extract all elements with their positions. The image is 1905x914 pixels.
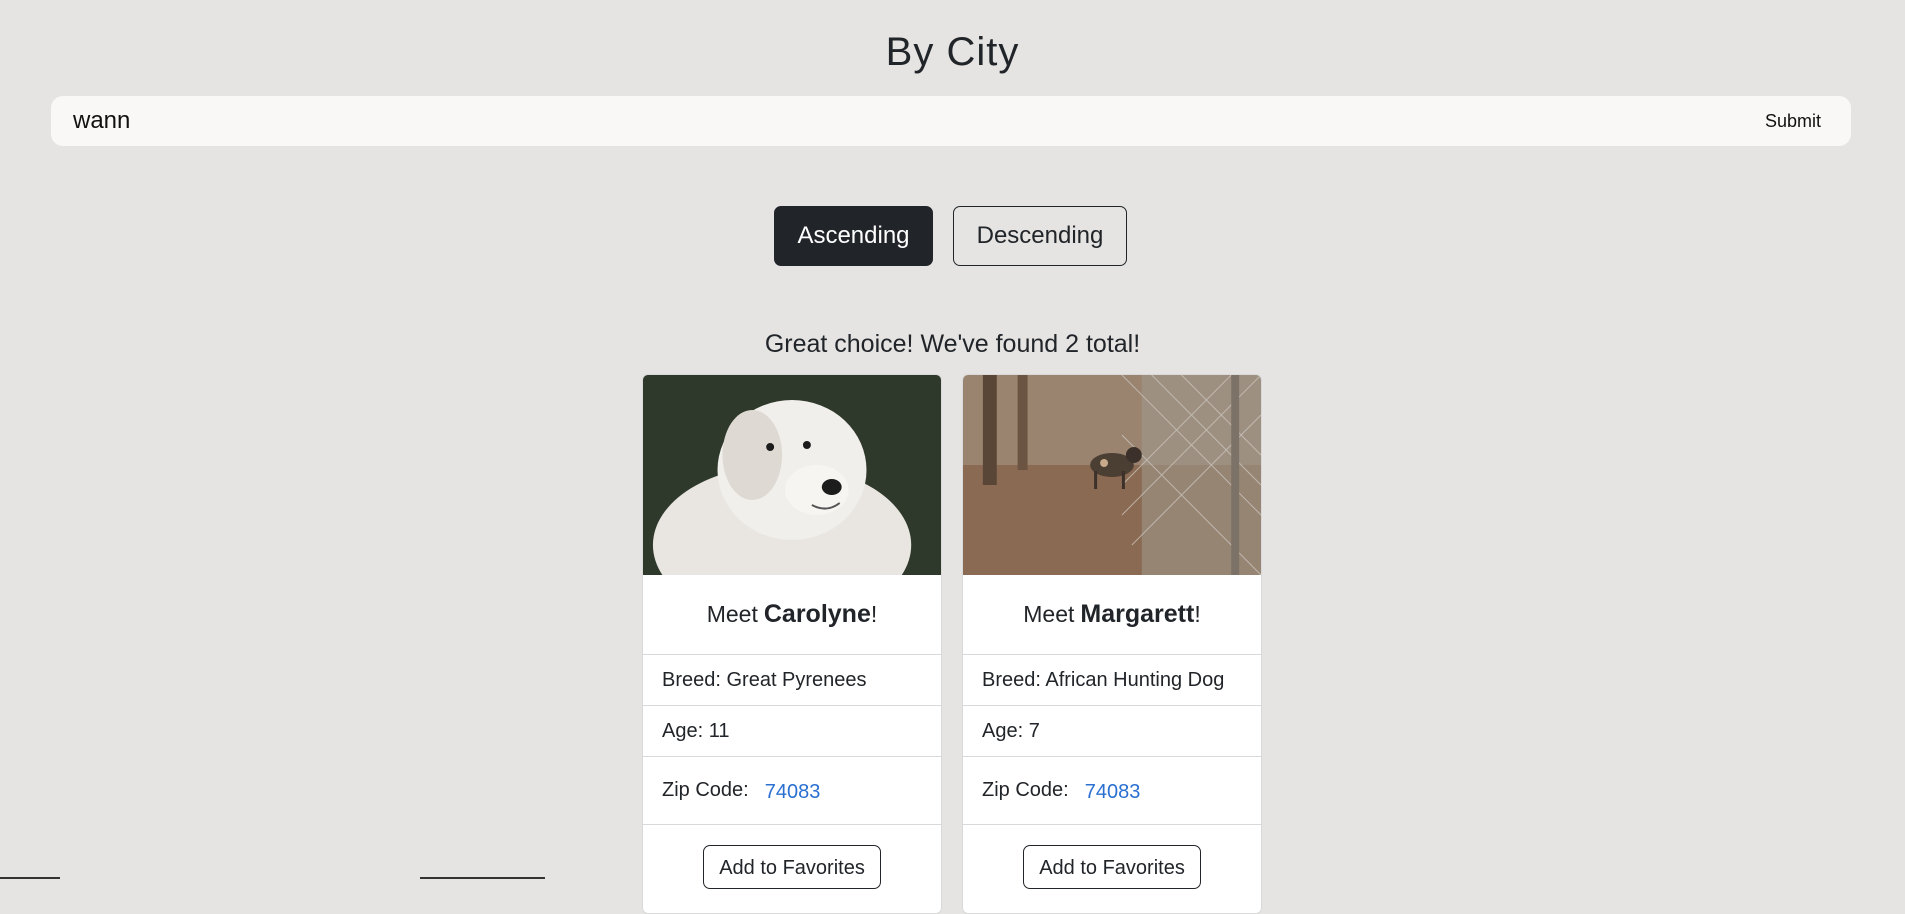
dog-card: Meet Carolyne! Breed: Great Pyrenees Age:…: [642, 374, 942, 914]
dog-photo: [643, 375, 941, 575]
title-suffix: !: [870, 601, 878, 627]
sort-toggle-group: Ascending Descending: [774, 206, 1127, 266]
title-suffix: !: [1194, 601, 1201, 627]
card-title: Meet Margarett!: [963, 575, 1261, 655]
ascending-button[interactable]: Ascending: [774, 206, 933, 266]
page-title: By City: [885, 30, 1020, 74]
zip-label: Zip Code:: [982, 779, 1069, 801]
age-row: Age: 7: [963, 706, 1261, 757]
submit-button[interactable]: Submit: [1753, 105, 1833, 137]
results-summary: Great choice! We've found 2 total!: [764, 330, 1141, 358]
meet-prefix: Meet: [706, 601, 758, 627]
descending-button[interactable]: Descending: [953, 206, 1127, 266]
card-footer: Add to Favorites: [963, 825, 1261, 913]
age-row: Age: 11: [643, 706, 941, 757]
zip-row: Zip Code: 74083: [643, 757, 941, 825]
card-footer: Add to Favorites: [643, 825, 941, 913]
zip-code-link[interactable]: 74083: [765, 781, 821, 804]
add-to-favorites-button[interactable]: Add to Favorites: [703, 845, 881, 889]
add-to-favorites-button[interactable]: Add to Favorites: [1023, 845, 1201, 889]
card-title: Meet Carolyne!: [643, 575, 941, 655]
dog-name: Carolyne: [763, 600, 871, 628]
breed-row: Breed: Great Pyrenees: [643, 655, 941, 706]
meet-prefix: Meet: [1023, 601, 1075, 627]
dog-photo: [963, 375, 1261, 575]
zip-label: Zip Code:: [662, 779, 749, 801]
zip-code-link[interactable]: 74083: [1085, 781, 1141, 804]
search-input[interactable]: [73, 96, 1673, 146]
dog-name: Margarett: [1080, 600, 1195, 628]
dog-card: Meet Margarett! Breed: African Hunting Do…: [962, 374, 1262, 914]
zip-row: Zip Code: 74083: [963, 757, 1261, 825]
search-bar: Submit: [51, 96, 1851, 146]
breed-row: Breed: African Hunting Dog: [963, 655, 1261, 706]
